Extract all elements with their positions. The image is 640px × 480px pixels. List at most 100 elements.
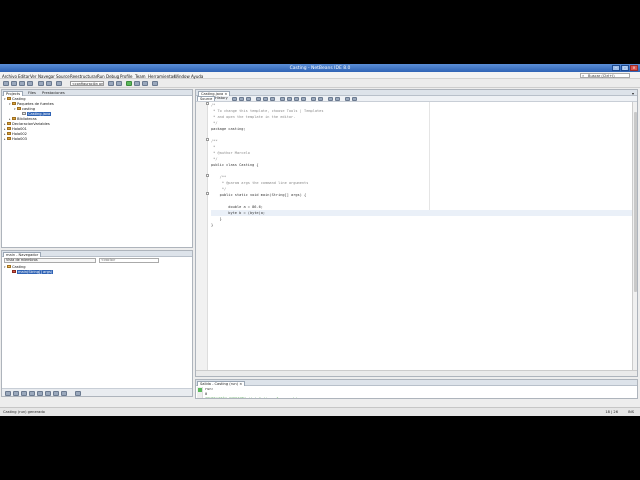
close-tab-icon[interactable]: × bbox=[239, 382, 242, 386]
next-bookmark-icon[interactable] bbox=[301, 96, 306, 101]
tab-output[interactable]: Salida - Casting (run) × bbox=[197, 380, 246, 386]
profile-icon[interactable] bbox=[142, 81, 148, 86]
config-icon[interactable] bbox=[56, 81, 62, 86]
tab-files[interactable]: Files bbox=[26, 91, 38, 96]
find-icon[interactable] bbox=[256, 96, 261, 101]
right-margin-guide bbox=[429, 102, 430, 214]
filter-nonpublic-icon[interactable] bbox=[21, 390, 27, 396]
status-message: Casting (run) generado bbox=[3, 410, 45, 414]
search-input[interactable]: ⌕ Buscar (Ctrl+I) bbox=[580, 73, 630, 78]
menu-herramientas[interactable]: Herramientas bbox=[148, 74, 175, 79]
menu-reestructurar[interactable]: Reestructurar bbox=[70, 74, 97, 79]
filter-fields-icon[interactable] bbox=[5, 390, 11, 396]
menu-team[interactable]: Team bbox=[135, 74, 146, 79]
output-line: GENERACIÓN CORRECTA (total time: 0 secon… bbox=[205, 397, 299, 399]
undo-icon[interactable] bbox=[38, 81, 44, 86]
class-icon bbox=[7, 265, 11, 269]
filter-javadoc-icon[interactable] bbox=[53, 390, 59, 396]
open-project-icon[interactable] bbox=[19, 81, 25, 86]
tab-casting-java[interactable]: Casting.java × bbox=[198, 90, 231, 96]
code-line[interactable]: * and open the template in the editor. bbox=[211, 114, 295, 120]
nav-item-main-method[interactable]: main(String[] args) bbox=[9, 270, 54, 275]
forward-icon[interactable] bbox=[246, 96, 251, 101]
fold-icon[interactable] bbox=[206, 138, 209, 141]
build-icon[interactable] bbox=[108, 81, 114, 86]
tab-prestaciones[interactable]: Prestaciones bbox=[40, 91, 67, 96]
menu-source[interactable]: Source bbox=[56, 74, 70, 79]
project-icon bbox=[7, 137, 11, 141]
menu-archivo[interactable]: Archivo bbox=[2, 74, 17, 79]
new-file-icon[interactable] bbox=[3, 81, 9, 86]
rerun-icon[interactable] bbox=[198, 388, 202, 392]
bookmark-icon[interactable] bbox=[287, 96, 292, 101]
find-next-icon[interactable] bbox=[270, 96, 275, 101]
toggle-highlight-icon[interactable] bbox=[280, 96, 285, 101]
menu-profile[interactable]: Profile bbox=[120, 74, 132, 79]
navigator-filter-select[interactable]: <vacío> bbox=[99, 258, 159, 263]
tab-history[interactable]: History bbox=[213, 96, 230, 101]
ide-window: Casting - NetBeans IDE 8.0 – □ × Archivo… bbox=[0, 64, 640, 416]
debug-icon[interactable] bbox=[134, 81, 140, 86]
sort-name-icon[interactable] bbox=[37, 390, 43, 396]
prev-bookmark-icon[interactable] bbox=[294, 96, 299, 101]
fold-icon[interactable] bbox=[206, 174, 209, 177]
tab-projects[interactable]: Projects bbox=[3, 90, 24, 96]
clean-build-icon[interactable] bbox=[116, 81, 122, 86]
shift-left-icon[interactable] bbox=[311, 96, 316, 101]
output-side-toolbar bbox=[197, 387, 203, 398]
shift-right-icon[interactable] bbox=[318, 96, 323, 101]
library-icon bbox=[12, 117, 16, 121]
save-all-icon[interactable] bbox=[27, 81, 33, 86]
sort-source-icon[interactable] bbox=[45, 390, 51, 396]
menu-run[interactable]: Run bbox=[97, 74, 105, 79]
filter-options-icon[interactable] bbox=[61, 390, 67, 396]
tree-item-hola003[interactable]: ▸ Hola003 bbox=[4, 137, 27, 142]
more-icon[interactable] bbox=[152, 81, 158, 86]
tab-navigator[interactable]: main - Navegador bbox=[3, 251, 42, 257]
menu-navegar[interactable]: Navegar bbox=[38, 74, 55, 79]
filter-more-icon[interactable] bbox=[75, 390, 81, 396]
menu-bar: Archivo Editar Ver Navegar Source Reestr… bbox=[0, 72, 640, 79]
menu-ver[interactable]: Ver bbox=[30, 74, 37, 79]
filter-static-icon[interactable] bbox=[13, 390, 19, 396]
last-edit-icon[interactable] bbox=[232, 96, 237, 101]
maximize-button[interactable]: □ bbox=[621, 65, 629, 71]
code-line[interactable]: byte b = (byte)a; bbox=[211, 210, 637, 216]
menu-ayuda[interactable]: Ayuda bbox=[191, 74, 203, 79]
navigator-tabstrip: main - Navegador bbox=[2, 251, 192, 257]
editor-tab-menu-icon[interactable]: ▾ bbox=[632, 91, 634, 96]
find-prev-icon[interactable] bbox=[263, 96, 268, 101]
new-project-icon[interactable] bbox=[11, 81, 17, 86]
redo-icon[interactable] bbox=[46, 81, 52, 86]
code-line[interactable]: public static void main(String[] args) { bbox=[211, 192, 307, 198]
editor-hscroll[interactable] bbox=[196, 370, 637, 376]
fold-icon[interactable] bbox=[206, 102, 209, 105]
menu-debug[interactable]: Debug bbox=[106, 74, 119, 79]
macro-stop-icon[interactable] bbox=[335, 96, 340, 101]
scrollbar-thumb[interactable] bbox=[634, 112, 637, 292]
project-icon bbox=[7, 122, 11, 126]
config-select[interactable]: <configuración predeterminada> bbox=[70, 81, 104, 86]
projects-tabstrip: Projects Files Prestaciones bbox=[2, 90, 192, 96]
fold-icon[interactable] bbox=[206, 192, 209, 195]
code-line[interactable]: } bbox=[211, 222, 213, 228]
minimize-button[interactable]: – bbox=[612, 65, 620, 71]
insert-mode: INS bbox=[627, 410, 634, 414]
window-title: Casting - NetBeans IDE 8.0 bbox=[289, 65, 351, 71]
comment-icon[interactable] bbox=[345, 96, 350, 101]
filter-inherited-icon[interactable] bbox=[29, 390, 35, 396]
editor-scrollbar[interactable] bbox=[632, 102, 637, 370]
menu-editar[interactable]: Editar bbox=[18, 74, 30, 79]
caret-position: 18 | 26 bbox=[605, 410, 618, 414]
output-tabstrip: Salida - Casting (run) × bbox=[196, 380, 637, 386]
close-tab-icon[interactable]: × bbox=[224, 92, 227, 96]
close-button[interactable]: × bbox=[630, 65, 638, 71]
uncomment-icon[interactable] bbox=[352, 96, 357, 101]
members-view-select[interactable]: Vista de miembros bbox=[4, 258, 96, 263]
code-line[interactable]: public class Casting { bbox=[211, 162, 259, 168]
back-icon[interactable] bbox=[239, 96, 244, 101]
run-icon[interactable] bbox=[126, 81, 132, 86]
macro-record-icon[interactable] bbox=[328, 96, 333, 101]
code-line[interactable]: package casting; bbox=[211, 126, 246, 132]
menu-window[interactable]: Window bbox=[174, 74, 190, 79]
